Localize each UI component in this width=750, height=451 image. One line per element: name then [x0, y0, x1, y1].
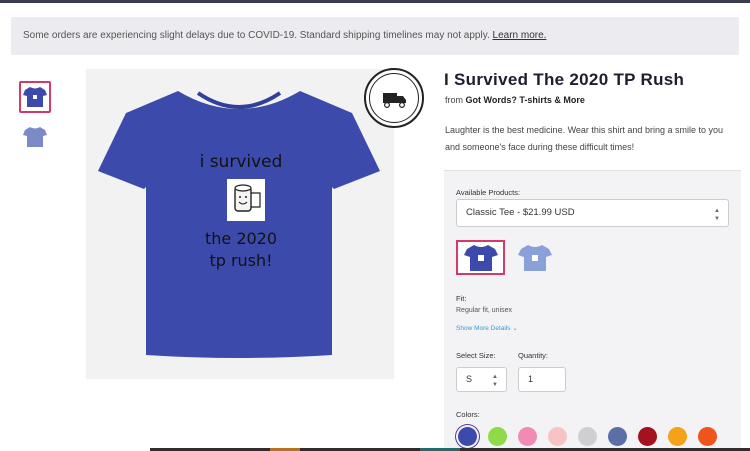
- quantity-label: Quantity:: [518, 351, 549, 360]
- product-variant-dark[interactable]: [456, 240, 505, 275]
- quantity-input[interactable]: 1: [518, 367, 566, 392]
- color-swatch[interactable]: [518, 427, 537, 446]
- product-options-panel: Available Products: Classic Tee - $21.99…: [444, 170, 741, 451]
- tshirt-graphic: [98, 91, 380, 358]
- product-select[interactable]: Classic Tee - $21.99 USD ▲ ▼: [456, 199, 729, 227]
- product-description: Laughter is the best medicine. Wear this…: [445, 125, 723, 152]
- color-swatch[interactable]: [548, 427, 567, 446]
- chevron-down-icon: ⌄: [512, 325, 518, 332]
- tshirt-icon: [23, 127, 47, 147]
- size-value: S: [466, 374, 473, 384]
- product-select-value: Classic Tee - $21.99 USD: [466, 207, 575, 218]
- shirt-text-line1: i survived: [199, 152, 283, 172]
- colors-label: Colors:: [456, 410, 480, 419]
- product-main-image: i survived the 2020 tp rush!: [86, 69, 394, 379]
- store-link[interactable]: Got Words? T-shirts & More: [466, 95, 585, 105]
- thumbnail-front-dark[interactable]: [19, 81, 51, 113]
- shirt-text-line3: tp rush!: [209, 251, 273, 270]
- banner-text: Some orders are experiencing slight dela…: [23, 30, 490, 41]
- quantity-value: 1: [528, 374, 534, 384]
- color-swatch[interactable]: [578, 427, 597, 446]
- fit-value: Regular fit, unisex: [456, 307, 513, 314]
- color-swatch[interactable]: [698, 427, 717, 446]
- select-arrows-icon: ▲ ▼: [714, 208, 720, 222]
- from-prefix: from: [445, 95, 463, 105]
- delivery-truck-icon: [383, 93, 406, 109]
- show-more-text: Show More Details: [456, 325, 511, 332]
- store-attribution: from Got Words? T-shirts & More: [445, 95, 585, 105]
- fit-label: Fit:: [456, 294, 467, 303]
- tshirt-icon: [23, 87, 47, 107]
- covid-notice-banner: Some orders are experiencing slight dela…: [11, 17, 739, 55]
- top-border: [0, 0, 750, 3]
- thumbnail-back-light[interactable]: [19, 121, 51, 153]
- color-swatch[interactable]: [458, 427, 477, 446]
- tshirt-icon: [517, 244, 552, 271]
- product-title: I Survived The 2020 TP Rush: [444, 70, 685, 89]
- size-select[interactable]: S ▲ ▼: [456, 367, 507, 392]
- rush-shipping-badge: [364, 68, 424, 128]
- tshirt-icon: [463, 244, 498, 271]
- color-swatch[interactable]: [608, 427, 627, 446]
- color-swatch[interactable]: [488, 427, 507, 446]
- shirt-text-line2: the 2020: [204, 229, 278, 248]
- learn-more-link[interactable]: Learn more.: [493, 30, 547, 41]
- color-swatch[interactable]: [638, 427, 657, 446]
- select-arrows-icon: ▲ ▼: [492, 374, 498, 388]
- select-size-label: Select Size:: [456, 351, 496, 360]
- available-products-label: Available Products:: [456, 188, 521, 197]
- show-more-details-link[interactable]: Show More Details ⌄: [456, 324, 518, 332]
- product-variant-light[interactable]: [510, 240, 559, 275]
- color-swatch[interactable]: [668, 427, 687, 446]
